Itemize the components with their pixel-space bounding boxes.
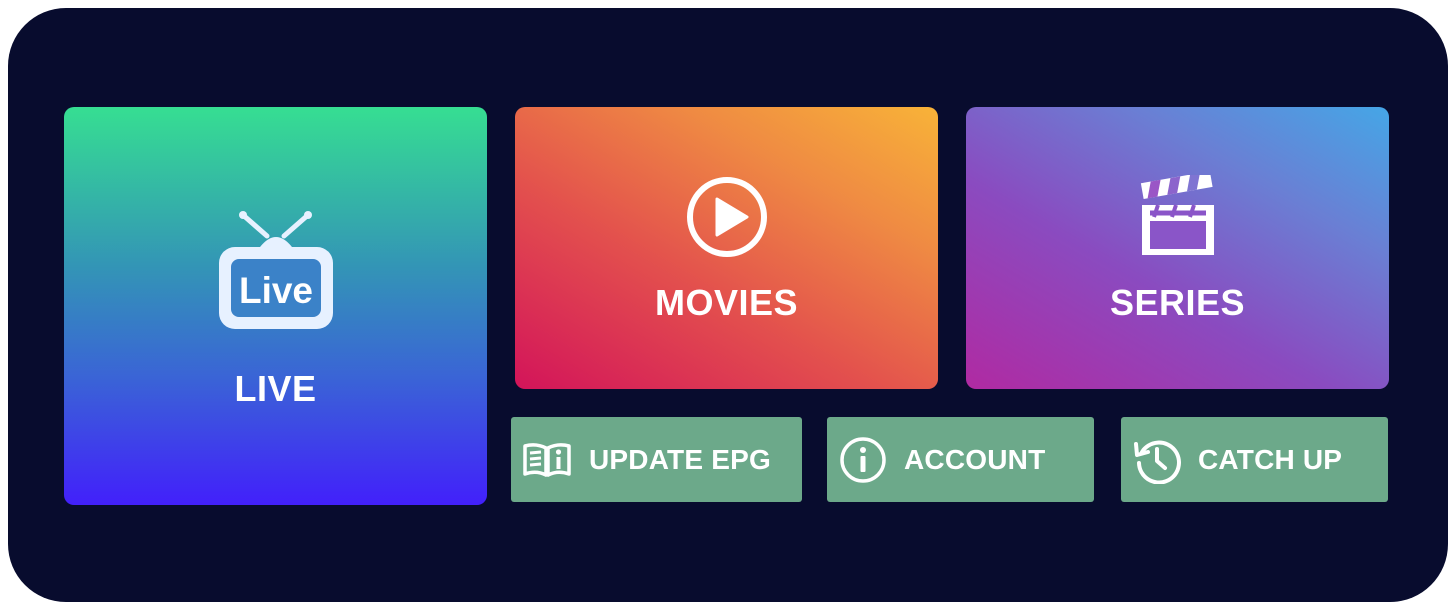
live-label: LIVE [234,368,317,409]
history-icon [1133,436,1181,484]
series-tile[interactable]: SERIES [966,107,1389,389]
tv-live-icon: Live [218,211,333,329]
svg-text:Live: Live [238,270,312,311]
movies-tile[interactable]: MOVIES [515,107,938,389]
movies-label: MOVIES [654,282,799,323]
live-tile[interactable]: Live LIVE [64,107,487,505]
clapperboard-icon [1140,175,1214,255]
series-label: SERIES [1109,282,1246,323]
update-epg-label: UPDATE EPG [589,443,771,475]
play-circle-icon [686,177,767,257]
account-button[interactable]: ACCOUNT [827,417,1094,502]
update-epg-button[interactable]: UPDATE EPG [511,417,802,502]
home-screen: Live LIVE MOVIES SERIES UPDATE EPG ACCOU… [8,8,1448,602]
info-circle-icon [839,436,887,484]
catch-up-label: CATCH UP [1198,443,1343,475]
account-label: ACCOUNT [904,443,1046,475]
book-info-icon [522,440,572,480]
catch-up-button[interactable]: CATCH UP [1121,417,1388,502]
